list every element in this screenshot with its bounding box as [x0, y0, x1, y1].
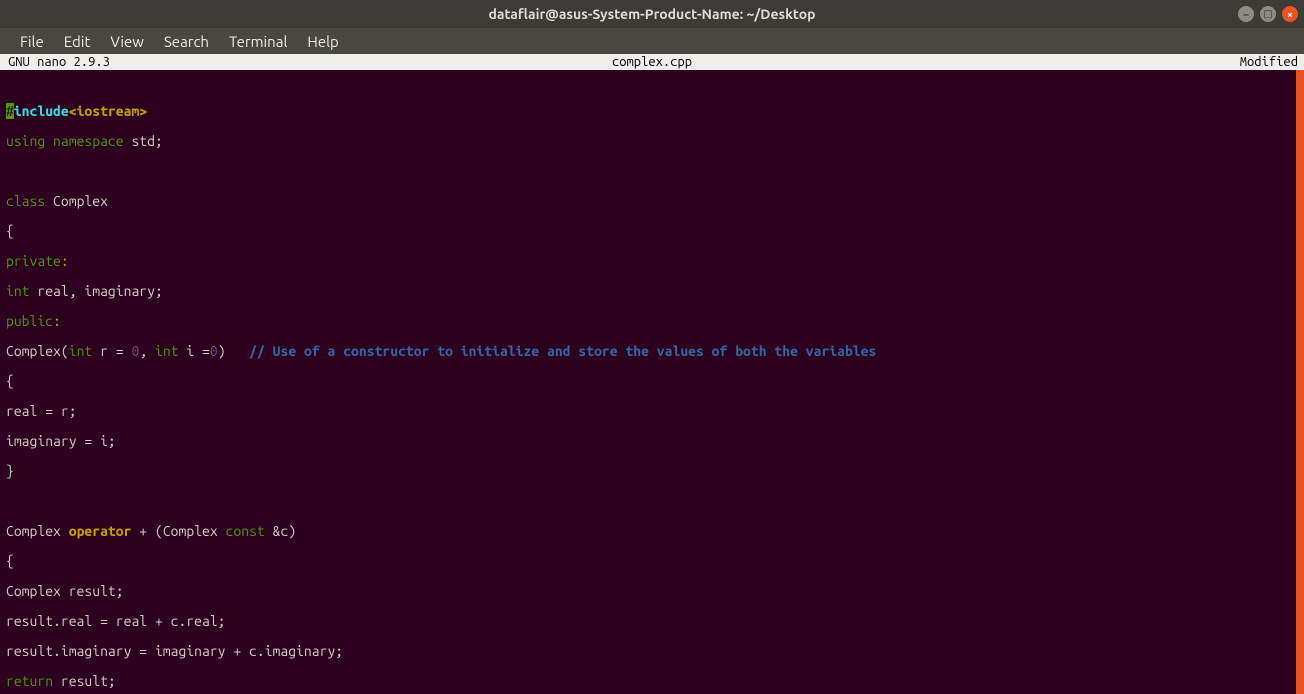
code-line: return result;: [6, 674, 1290, 689]
code-line: int real, imaginary;: [6, 284, 1290, 299]
nano-filename: complex.cpp: [0, 55, 1304, 69]
txt: Complex: [45, 193, 108, 209]
menu-file[interactable]: File: [10, 30, 54, 53]
nano-modified: Modified: [1240, 55, 1304, 69]
editor-area[interactable]: #include<iostream> using namespace std; …: [0, 70, 1304, 694]
txt: ,: [139, 343, 155, 359]
include-file: <iostream>: [69, 103, 147, 119]
menu-terminal[interactable]: Terminal: [219, 30, 297, 53]
txt: + (Complex: [131, 523, 225, 539]
kw-private: private: [6, 253, 61, 269]
close-button[interactable]: ×: [1282, 6, 1298, 22]
code-line: {: [6, 224, 1290, 239]
txt: r =: [92, 343, 131, 359]
nano-status-bar: GNU nano 2.9.3 complex.cpp Modified: [0, 54, 1304, 70]
kw-const: const: [226, 523, 265, 539]
txt: result.real = real + c.real;: [6, 613, 226, 629]
txt: {: [6, 553, 14, 569]
minimize-button[interactable]: –: [1238, 6, 1254, 22]
num: 0: [210, 343, 218, 359]
code-line: [6, 164, 1290, 179]
txt: Complex: [6, 523, 69, 539]
menu-help[interactable]: Help: [297, 30, 348, 53]
code-line: {: [6, 374, 1290, 389]
code-line: using namespace std;: [6, 134, 1290, 149]
code-line: imaginary = i;: [6, 434, 1290, 449]
kw-include: include: [14, 103, 69, 119]
kw-namespace: namespace: [45, 133, 123, 149]
code-line: Complex operator + (Complex const &c): [6, 524, 1290, 539]
maximize-button[interactable]: □: [1260, 6, 1276, 22]
cursor: #: [6, 103, 14, 119]
txt: {: [6, 373, 14, 389]
txt: {: [6, 223, 14, 239]
window-title: dataflair@asus-System-Product-Name: ~/De…: [488, 6, 815, 22]
code-line: class Complex: [6, 194, 1290, 209]
code-line: {: [6, 554, 1290, 569]
txt: }: [6, 463, 14, 479]
code-line: result.imaginary = imaginary + c.imagina…: [6, 644, 1290, 659]
kw-int: int: [155, 343, 179, 359]
txt: result.imaginary = imaginary + c.imagina…: [6, 643, 343, 659]
txt: Complex result;: [6, 583, 124, 599]
code-line: real = r;: [6, 404, 1290, 419]
kw-class: class: [6, 193, 45, 209]
kw-operator: operator: [69, 523, 132, 539]
kw-int: int: [69, 343, 93, 359]
code-line: #include<iostream>: [6, 89, 1290, 119]
menu-edit[interactable]: Edit: [54, 30, 101, 53]
code-line: result.real = real + c.real;: [6, 614, 1290, 629]
code-line: [6, 494, 1290, 509]
txt: i =: [179, 343, 210, 359]
txt: real = r;: [6, 403, 77, 419]
code-line: Complex(int r = 0, int i =0) // Use of a…: [6, 344, 1290, 359]
comment: // Use of a constructor to initialize an…: [249, 343, 876, 359]
txt: :: [53, 313, 61, 329]
kw-public: public: [6, 313, 53, 329]
nano-version: GNU nano 2.9.3: [0, 55, 110, 69]
code-line: private:: [6, 254, 1290, 269]
txt: imaginary = i;: [6, 433, 116, 449]
menu-search[interactable]: Search: [154, 30, 219, 53]
code-line: public:: [6, 314, 1290, 329]
window-titlebar: dataflair@asus-System-Product-Name: ~/De…: [0, 0, 1304, 28]
kw-int: int: [6, 283, 30, 299]
window-controls: – □ ×: [1238, 6, 1298, 22]
txt: &c): [265, 523, 296, 539]
code-line: }: [6, 464, 1290, 479]
txt: result;: [53, 673, 116, 689]
menu-bar: File Edit View Search Terminal Help: [0, 28, 1304, 54]
code-line: Complex result;: [6, 584, 1290, 599]
menu-view[interactable]: View: [100, 30, 154, 53]
txt: real, imaginary;: [30, 283, 163, 299]
kw-return: return: [6, 673, 53, 689]
txt: Complex(: [6, 343, 69, 359]
kw-using: using: [6, 133, 45, 149]
txt: :: [61, 253, 69, 269]
txt: std;: [124, 133, 163, 149]
txt: ): [218, 343, 249, 359]
